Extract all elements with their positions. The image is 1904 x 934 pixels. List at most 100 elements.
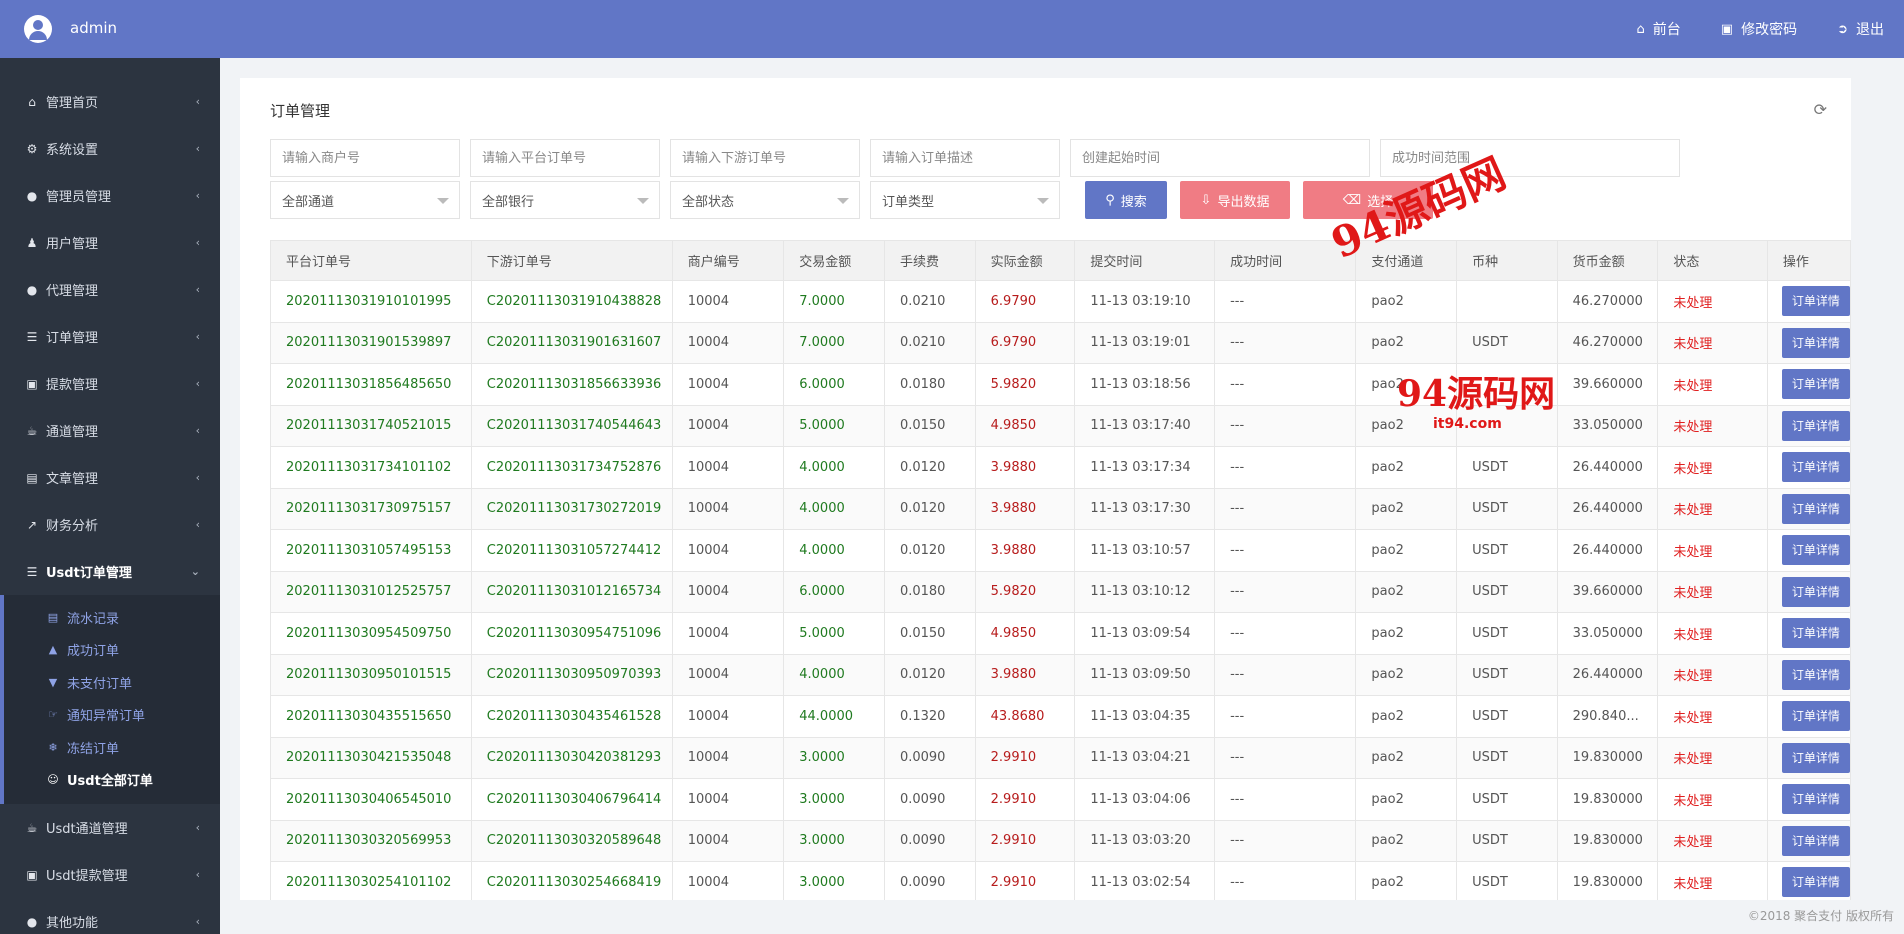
search-button[interactable]: ⚲ 搜索 <box>1085 181 1167 219</box>
table-cell: pao2 <box>1355 446 1458 489</box>
table-row[interactable]: 20201113030950101515 C2020111303095097039… <box>270 653 1851 696</box>
table-cell <box>1456 404 1558 447</box>
caret-down-icon <box>837 198 849 204</box>
lock-icon: ▣ <box>1720 21 1734 37</box>
sidebar-item-usdt-orders[interactable]: ☰ Usdt订单管理 ⌄ <box>0 548 220 595</box>
order-desc-input[interactable] <box>870 139 1060 177</box>
table-cell: 46.270000 <box>1556 321 1659 364</box>
table-cell: 33.050000 <box>1556 612 1659 655</box>
order-detail-button[interactable]: 订单详情 <box>1781 327 1850 358</box>
table-cell: 4.0000 <box>783 487 885 530</box>
order-detail-button[interactable]: 订单详情 <box>1781 286 1850 317</box>
sub-item-success-orders[interactable]: ▲ 成功订单 <box>4 634 220 667</box>
sidebar-item-settings[interactable]: ⚙ 系统设置 ‹ <box>0 125 220 172</box>
sidebar-item-other[interactable]: ● 其他功能 ‹ <box>0 898 220 934</box>
table-row[interactable]: 20201113030435515650 C2020111303043546152… <box>270 695 1851 738</box>
order-detail-button[interactable]: 订单详情 <box>1781 452 1850 483</box>
create-start-time-input[interactable] <box>1070 139 1370 177</box>
table-cell: C20201113030320589648 <box>470 819 673 862</box>
table-cell: 10004 <box>671 861 785 900</box>
channel-select[interactable]: 全部通道 <box>270 181 460 219</box>
table-row[interactable]: 20201113030320569953 C2020111303032058964… <box>270 819 1851 862</box>
page-title: 订单管理 <box>270 102 331 120</box>
order-detail-button[interactable]: 订单详情 <box>1781 825 1850 856</box>
bank-select[interactable]: 全部银行 <box>470 181 660 219</box>
sidebar-item-withdrawals[interactable]: ▣ 提款管理 ‹ <box>0 360 220 407</box>
refresh-icon[interactable]: ⟳ <box>1814 100 1827 119</box>
avatar[interactable] <box>24 15 52 43</box>
sub-item-label: 未支付订单 <box>67 676 133 692</box>
order-detail-button[interactable]: 订单详情 <box>1781 369 1850 400</box>
table-cell: 33.050000 <box>1556 404 1659 447</box>
downstream-order-input[interactable] <box>670 139 860 177</box>
merchant-input[interactable] <box>270 139 460 177</box>
sub-item-ledger[interactable]: ▤ 流水记录 <box>4 601 220 634</box>
order-detail-button[interactable]: 订单详情 <box>1781 410 1850 441</box>
table-cell: 6.0000 <box>783 363 885 406</box>
chevron-left-icon: ‹ <box>195 868 200 881</box>
table-row[interactable]: 20201113030954509750 C2020111303095475109… <box>270 612 1851 655</box>
table-cell: C20201113031734752876 <box>470 446 673 489</box>
order-detail-button[interactable]: 订单详情 <box>1781 659 1850 690</box>
table-cell: 3.9880 <box>974 653 1076 696</box>
table-row[interactable]: 20201113031740521015 C2020111303174054464… <box>270 404 1851 447</box>
change-password-link[interactable]: ▣ 修改密码 <box>1721 19 1797 39</box>
table-row[interactable]: 20201113031057495153 C2020111303105727441… <box>270 529 1851 572</box>
sidebar-item-articles[interactable]: ▤ 文章管理 ‹ <box>0 454 220 501</box>
sidebar-item-channels[interactable]: ☕ 通道管理 ‹ <box>0 407 220 454</box>
table-row[interactable]: 20201113030254101102 C2020111303025466841… <box>270 861 1851 900</box>
sidebar-item-users[interactable]: ♟ 用户管理 ‹ <box>0 219 220 266</box>
order-detail-button[interactable]: 订单详情 <box>1781 784 1850 815</box>
sub-item-unpaid-orders[interactable]: ▼ 未支付订单 <box>4 666 220 699</box>
order-detail-button[interactable]: 订单详情 <box>1781 742 1850 773</box>
sub-item-notify-error-orders[interactable]: ☞ 通知异常订单 <box>4 699 220 732</box>
table-cell: 10004 <box>671 404 785 447</box>
platform-order-input[interactable] <box>470 139 660 177</box>
export-button[interactable]: ⇩ 导出数据 <box>1180 181 1290 219</box>
table-cell: --- <box>1214 446 1357 489</box>
sidebar-item-usdt-channels[interactable]: ☕ Usdt通道管理 ‹ <box>0 804 220 851</box>
logout-link[interactable]: ➲ 退出 <box>1837 19 1884 39</box>
table-row[interactable]: 20201113031901539897 C2020111303190163160… <box>270 321 1851 364</box>
table-cell: 10004 <box>671 653 785 696</box>
sub-item-frozen-orders[interactable]: ❄ 冻结订单 <box>4 731 220 764</box>
sidebar-item-label: 订单管理 <box>46 331 99 346</box>
table-row[interactable]: 20201113031856485650 C2020111303185663393… <box>270 363 1851 406</box>
sidebar-item-usdt-withdrawals[interactable]: ▣ Usdt提款管理 ‹ <box>0 851 220 898</box>
table-cell: 11-13 03:19:10 <box>1074 280 1216 323</box>
sidebar-item-orders[interactable]: ☰ 订单管理 ‹ <box>0 313 220 360</box>
sidebar-item-dashboard[interactable]: ⌂ 管理首页 ‹ <box>0 78 220 125</box>
table-row[interactable]: 20201113031910101995 C2020111303191043882… <box>270 280 1851 323</box>
order-detail-button[interactable]: 订单详情 <box>1781 535 1850 566</box>
sidebar-item-label: 财务分析 <box>46 519 99 534</box>
sidebar-item-finance[interactable]: ↗ 财务分析 ‹ <box>0 501 220 548</box>
table-cell: --- <box>1214 487 1357 530</box>
table-cell: 20201113030320569953 <box>270 819 472 862</box>
table-cell: 5.0000 <box>783 404 885 447</box>
sub-item-usdt-all-orders[interactable]: ☺ Usdt全部订单 <box>4 764 220 797</box>
order-detail-button[interactable]: 订单详情 <box>1781 576 1850 607</box>
success-time-range-input[interactable] <box>1380 139 1680 177</box>
table-row[interactable]: 20201113031730975157 C2020111303173027201… <box>270 487 1851 530</box>
order-detail-button[interactable]: 订单详情 <box>1781 701 1850 732</box>
order-detail-button[interactable]: 订单详情 <box>1781 618 1850 649</box>
table-cell: --- <box>1214 653 1357 696</box>
order-detail-button[interactable]: 订单详情 <box>1781 493 1850 524</box>
status-select-value: 全部状态 <box>682 194 735 210</box>
table-row[interactable]: 20201113030421535048 C2020111303042038129… <box>270 736 1851 779</box>
sidebar-item-agents[interactable]: ● 代理管理 ‹ <box>0 266 220 313</box>
table-header-row: 平台订单号 下游订单号 商户编号 交易金额 手续费 实际金额 提交时间 成功时间 支付通道 币种货… <box>270 240 1851 281</box>
order-detail-button[interactable]: 订单详情 <box>1781 867 1850 898</box>
table-row[interactable]: 20201113030406545010 C2020111303040679641… <box>270 778 1851 821</box>
status-select[interactable]: 全部状态 <box>670 181 860 219</box>
users-icon: ♟ <box>26 235 38 250</box>
table-cell: 11-13 03:18:56 <box>1074 363 1216 406</box>
batch-button[interactable]: ⌫ 选择 <box>1303 181 1433 219</box>
table-row[interactable]: 20201113031012525757 C2020111303101216573… <box>270 570 1851 613</box>
sidebar-item-admins[interactable]: ● 管理员管理 ‹ <box>0 172 220 219</box>
table-row[interactable]: 20201113031734101102 C2020111303173475287… <box>270 446 1851 489</box>
frontend-link[interactable]: ⌂ 前台 <box>1637 19 1681 39</box>
sub-item-label: Usdt全部订单 <box>67 774 153 790</box>
type-select[interactable]: 订单类型 <box>870 181 1060 219</box>
table-cell: --- <box>1214 736 1357 779</box>
